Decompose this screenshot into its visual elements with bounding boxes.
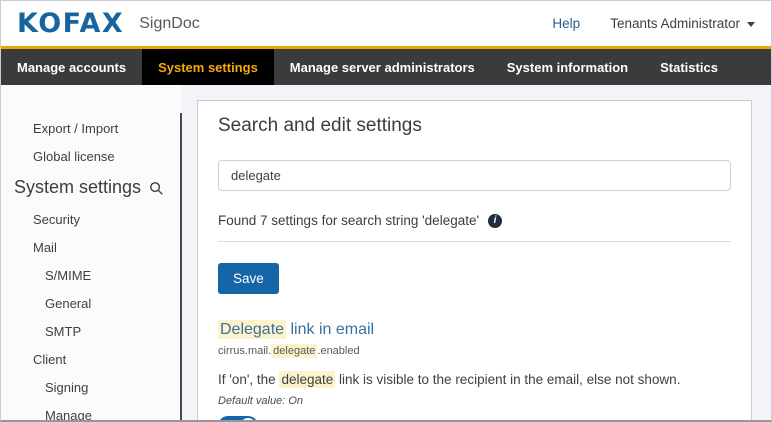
- sidebar-item-export-import[interactable]: Export / Import: [1, 121, 182, 136]
- sidebar-divider: [180, 113, 182, 421]
- setting-key: cirrus.mail.delegate.enabled: [218, 345, 731, 357]
- nav-manage-server-administrators[interactable]: Manage server administrators: [274, 49, 491, 85]
- settings-search-input[interactable]: [218, 160, 731, 191]
- top-header: KOFAX SignDoc Help Tenants Administrator: [1, 1, 771, 46]
- brand: KOFAX SignDoc: [17, 8, 200, 39]
- user-menu-label: Tenants Administrator: [610, 16, 740, 31]
- app-window: KOFAX SignDoc Help Tenants Administrator…: [0, 0, 772, 422]
- setting-desc-post: link is visible to the recipient in the …: [335, 372, 680, 387]
- search-icon[interactable]: [149, 181, 164, 196]
- search-highlight: delegate: [279, 371, 335, 388]
- sidebar: Export / Import Global license System se…: [1, 85, 182, 421]
- content-area: Export / Import Global license System se…: [1, 85, 771, 421]
- results-text: Found 7 settings for search string 'dele…: [218, 213, 479, 228]
- search-highlight: Delegate: [218, 320, 286, 339]
- nav-manage-accounts[interactable]: Manage accounts: [1, 49, 142, 85]
- chevron-down-icon: [747, 22, 755, 27]
- info-icon[interactable]: i: [488, 214, 502, 228]
- page-title: Search and edit settings: [218, 115, 731, 137]
- sidebar-item-manage[interactable]: Manage: [1, 408, 182, 422]
- save-button[interactable]: Save: [218, 263, 279, 294]
- help-link[interactable]: Help: [552, 16, 580, 31]
- sidebar-item-smime[interactable]: S/MIME: [1, 268, 182, 283]
- setting-key-post: .enabled: [317, 345, 359, 357]
- setting-toggle-on[interactable]: [218, 416, 258, 422]
- sidebar-item-general[interactable]: General: [1, 296, 182, 311]
- search-results-summary: Found 7 settings for search string 'dele…: [218, 213, 731, 228]
- settings-card: Search and edit settings Found 7 setting…: [197, 100, 752, 421]
- sidebar-item-security[interactable]: Security: [1, 212, 182, 227]
- nav-system-information[interactable]: System information: [491, 49, 644, 85]
- sidebar-item-client[interactable]: Client: [1, 352, 182, 367]
- setting-default-value: Default value: On: [218, 395, 731, 407]
- sidebar-item-signing[interactable]: Signing: [1, 380, 182, 395]
- sidebar-header-label: System settings: [14, 177, 141, 198]
- sidebar-item-global-license[interactable]: Global license: [1, 149, 182, 164]
- sidebar-item-system-settings[interactable]: System settings: [1, 177, 182, 198]
- setting-delegate-link: Delegate link in email cirrus.mail.deleg…: [218, 321, 731, 422]
- toggle-knob: [240, 418, 256, 422]
- nav-system-settings[interactable]: System settings: [142, 49, 274, 85]
- sidebar-item-mail[interactable]: Mail: [1, 240, 182, 255]
- user-menu[interactable]: Tenants Administrator: [610, 16, 755, 31]
- sidebar-item-smtp[interactable]: SMTP: [1, 324, 182, 339]
- divider: [218, 241, 731, 242]
- setting-desc-pre: If 'on', the: [218, 372, 279, 387]
- kofax-logo: KOFAX: [17, 8, 124, 39]
- nav-statistics[interactable]: Statistics: [644, 49, 734, 85]
- main-nav: Manage accounts System settings Manage s…: [1, 49, 771, 85]
- header-actions: Help Tenants Administrator: [552, 16, 755, 31]
- search-highlight: delegate: [271, 344, 317, 358]
- setting-key-pre: cirrus.mail.: [218, 345, 271, 357]
- product-name: SignDoc: [139, 15, 199, 33]
- setting-title-link[interactable]: Delegate link in email: [218, 321, 731, 339]
- setting-description: If 'on', the delegate link is visible to…: [218, 372, 731, 387]
- setting-title-rest: link in email: [286, 321, 374, 338]
